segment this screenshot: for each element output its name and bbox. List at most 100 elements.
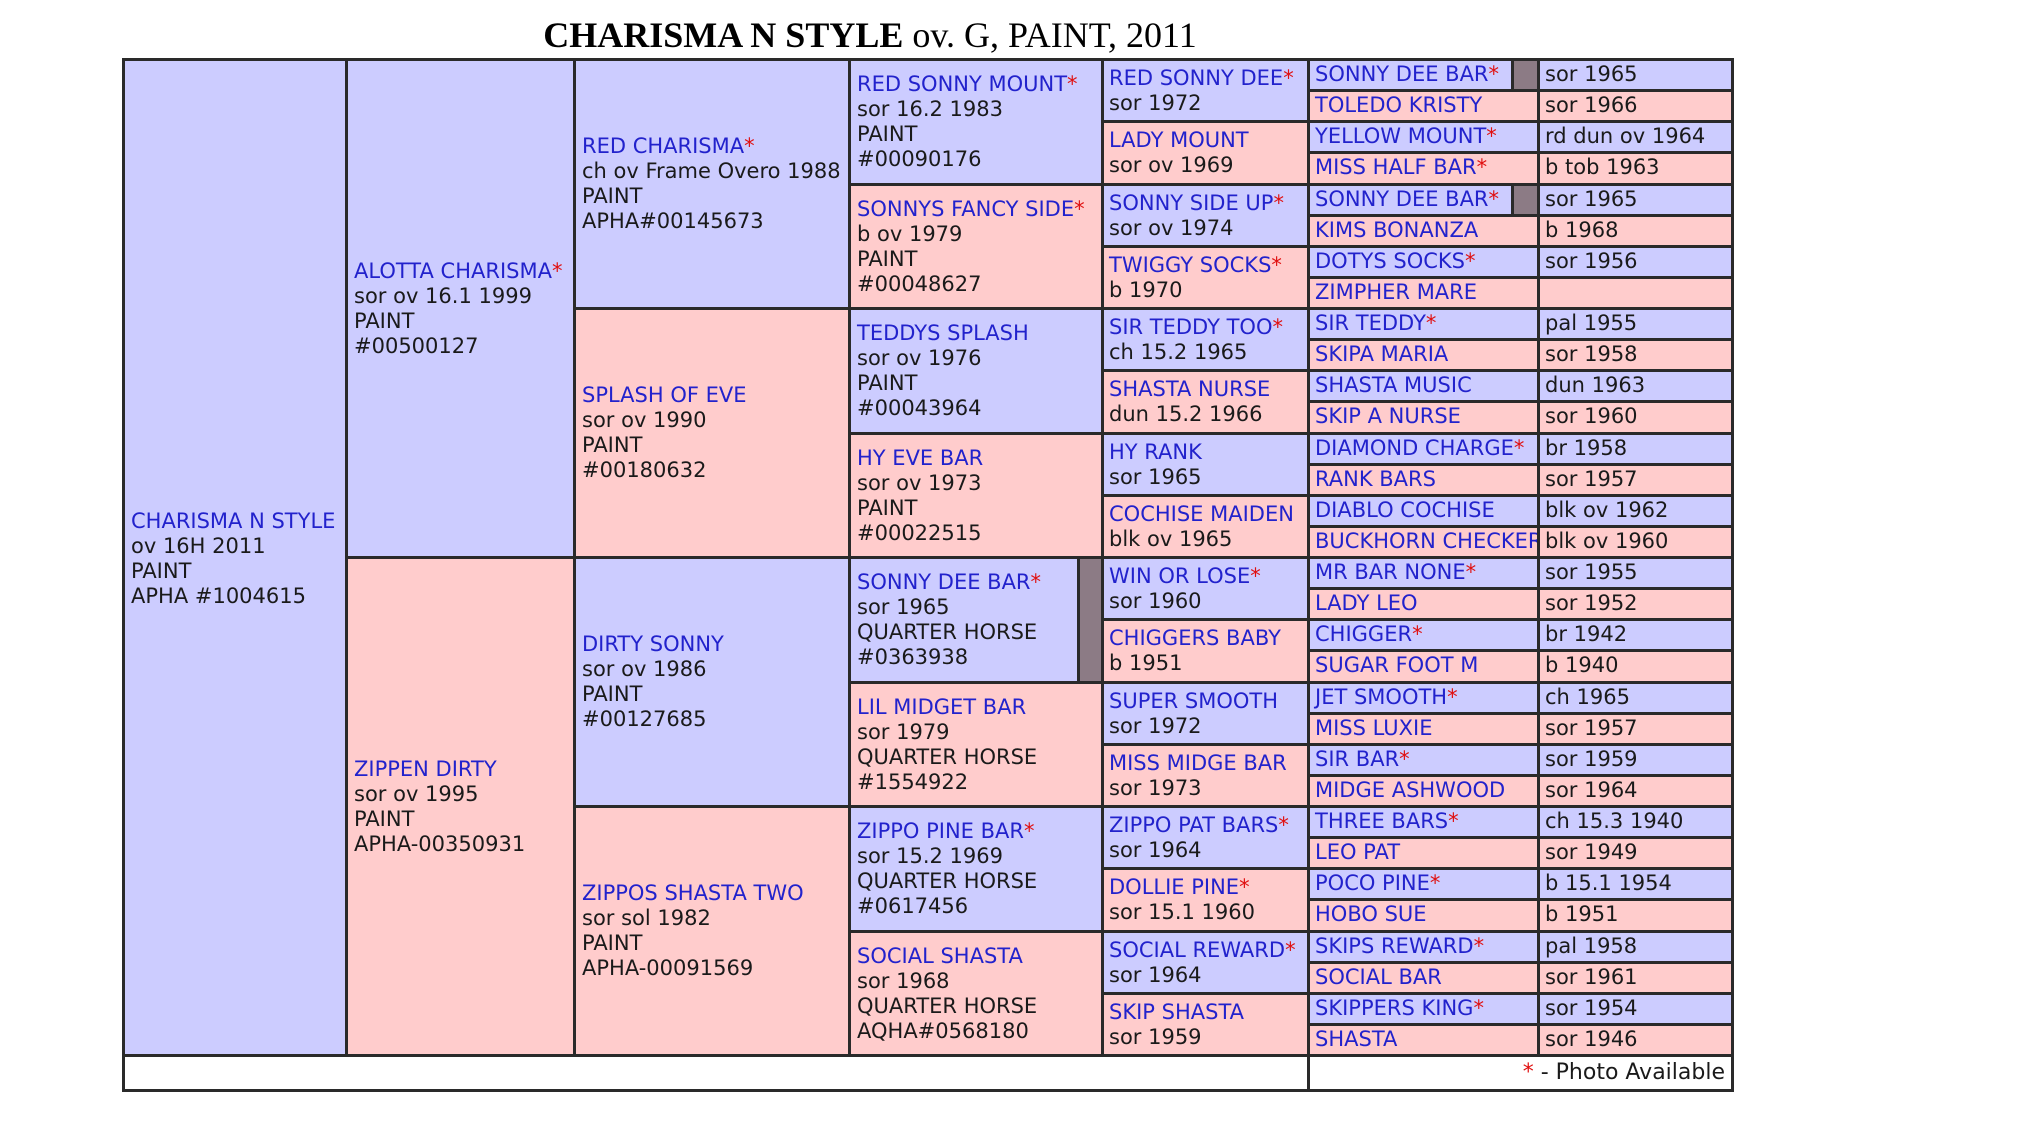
horse-name-link[interactable]: DOTYS SOCKS (1315, 249, 1465, 273)
horse-name-link[interactable]: SKIP A NURSE (1315, 404, 1461, 428)
horse-name-link[interactable]: SKIP SHASTA (1109, 1000, 1244, 1024)
horse-name-link[interactable]: DOLLIE PINE (1109, 875, 1239, 899)
horse-name-link[interactable]: LEO PAT (1315, 840, 1400, 864)
horse-name-link[interactable]: TWIGGY SOCKS (1109, 253, 1271, 277)
horse-details: sor 1972 (1109, 91, 1202, 115)
horse-name-link[interactable]: LADY MOUNT (1109, 128, 1249, 152)
horse-name-link[interactable]: RED SONNY MOUNT (857, 72, 1067, 96)
horse-details: b 15.1 1954 (1545, 871, 1672, 895)
horse-name-link[interactable]: SHASTA NURSE (1109, 377, 1270, 401)
horse-name-link[interactable]: ZIPPO PINE BAR (857, 819, 1024, 843)
gen6-horse-cell: SHASTA (1310, 1026, 1537, 1054)
gen6-horse-cell: SONNY DEE BAR* (1310, 61, 1511, 89)
gen6-info-cell: sor 1952 (1540, 590, 1731, 618)
horse-name-link[interactable]: DIABLO COCHISE (1315, 498, 1495, 522)
horse-details: ch ov Frame Overo 1988 (582, 159, 841, 183)
horse-name-line: ALOTTA CHARISMA* (354, 259, 567, 284)
horse-registration: #1554922 (857, 770, 969, 794)
horse-name-link[interactable]: BUCKHORN CHECKERS (1315, 529, 1537, 553)
horse-name-link[interactable]: SHASTA (1315, 1027, 1397, 1051)
horse-name-link[interactable]: SUGAR FOOT M (1315, 653, 1478, 677)
horse-details: sor 1966 (1545, 93, 1638, 117)
gen6-horse-cell: DIAMOND CHARGE* (1310, 435, 1537, 463)
horse-name-link[interactable]: SKIPS REWARD (1315, 934, 1474, 958)
horse-name-link[interactable]: ALOTTA CHARISMA (354, 259, 552, 283)
horse-name-link[interactable]: JET SMOOTH (1315, 685, 1447, 709)
horse-name-link[interactable]: RED CHARISMA (582, 134, 744, 158)
horse-name-link[interactable]: SONNY SIDE UP (1109, 191, 1273, 215)
horse-name-line: MISS LUXIE (1315, 716, 1533, 741)
horse-name-link[interactable]: SKIPPERS KING (1315, 996, 1473, 1020)
horse-name-link[interactable]: SONNY DEE BAR (1315, 62, 1489, 86)
horse-details: sor 1959 (1545, 747, 1638, 771)
horse-registration: APHA-00091569 (582, 956, 754, 980)
horse-name-link[interactable]: ZIPPOS SHASTA TWO (582, 881, 804, 905)
horse-name-link[interactable]: SIR BAR (1315, 747, 1399, 771)
horse-name-line: RED SONNY MOUNT* (857, 72, 1095, 97)
horse-name-link[interactable]: WIN OR LOSE (1109, 564, 1250, 588)
horse-name-link[interactable]: MISS HALF BAR (1315, 155, 1477, 179)
horse-name-link[interactable]: KIMS BONANZA (1315, 218, 1478, 242)
horse-name-link[interactable]: TOLEDO KRISTY (1315, 93, 1482, 117)
horse-name-link[interactable]: SPLASH OF EVE (582, 383, 747, 407)
horse-name-link[interactable]: SONNYS FANCY SIDE (857, 197, 1074, 221)
horse-name-link[interactable]: CHIGGERS BABY (1109, 626, 1281, 650)
horse-name-line: SHASTA MUSIC (1315, 373, 1533, 398)
photo-available-star: * (1465, 560, 1477, 584)
horse-name-link[interactable]: MISS MIDGE BAR (1109, 751, 1287, 775)
horse-name-link[interactable]: ZIMPHER MARE (1315, 280, 1477, 304)
horse-name-link[interactable]: TEDDYS SPLASH (857, 321, 1029, 345)
horse-name-link[interactable]: CHARISMA N STYLE (131, 509, 335, 533)
horse-name-link[interactable]: SUPER SMOOTH (1109, 689, 1278, 713)
gen6-horse-cell: MIDGE ASHWOOD (1310, 777, 1537, 805)
horse-name-link[interactable]: ZIPPEN DIRTY (354, 757, 497, 781)
horse-name-link[interactable]: SOCIAL BAR (1315, 965, 1442, 989)
horse-name-link[interactable]: MISS LUXIE (1315, 716, 1433, 740)
horse-name-link[interactable]: LIL MIDGET BAR (857, 695, 1026, 719)
gen6-horse-cell: SOCIAL BAR (1310, 964, 1537, 992)
photo-available-star: * (1074, 197, 1085, 221)
horse-name-link[interactable]: SOCIAL REWARD (1109, 938, 1285, 962)
horse-details: sor ov 1990 (582, 408, 707, 432)
horse-name-link[interactable]: POCO PINE (1315, 871, 1430, 895)
horse-name-link[interactable]: HY RANK (1109, 440, 1202, 464)
horse-name-link[interactable]: SOCIAL SHASTA (857, 944, 1023, 968)
horse-name-link[interactable]: ZIPPO PAT BARS (1109, 813, 1278, 837)
horse-name-link[interactable]: SKIPA MARIA (1315, 342, 1448, 366)
horse-breed: PAINT (582, 184, 643, 208)
horse-name-line: JET SMOOTH* (1315, 685, 1533, 710)
horse-name-link[interactable]: MR BAR NONE (1315, 560, 1466, 584)
horse-name-link[interactable]: RANK BARS (1315, 467, 1436, 491)
horse-name-line: SOCIAL REWARD* (1109, 938, 1303, 963)
horse-name-link[interactable]: COCHISE MAIDEN (1109, 502, 1294, 526)
horse-registration: #00180632 (582, 458, 707, 482)
horse-name-link[interactable]: HOBO SUE (1315, 902, 1427, 926)
horse-name-link[interactable]: SONNY DEE BAR (857, 570, 1031, 594)
horse-name-link[interactable]: SIR TEDDY (1315, 311, 1426, 335)
horse-name-link[interactable]: SONNY DEE BAR (1315, 187, 1489, 211)
gen6-info-cell: ch 1965 (1540, 684, 1731, 712)
horse-name-line: MISS HALF BAR* (1315, 155, 1533, 180)
horse-name-link[interactable]: THREE BARS (1315, 809, 1448, 833)
horse-details: sor 1959 (1109, 1025, 1202, 1049)
horse-name-link[interactable]: CHIGGER (1315, 622, 1412, 646)
pedigree-link-stub[interactable] (1514, 186, 1537, 214)
photo-available-star: * (1473, 934, 1485, 958)
gen6-info-cell: b tob 1963 (1540, 154, 1731, 183)
gen6-info-cell: b 1951 (1540, 901, 1731, 930)
horse-name-link[interactable]: DIRTY SONNY (582, 632, 724, 656)
horse-name-link[interactable]: SIR TEDDY TOO (1109, 315, 1272, 339)
photo-available-star: * (1412, 622, 1423, 646)
horse-name-link[interactable]: DIAMOND CHARGE (1315, 436, 1514, 460)
horse-name-link[interactable]: YELLOW MOUNT (1315, 124, 1486, 148)
pedigree-link-stub[interactable] (1514, 61, 1537, 89)
horse-name-link[interactable]: HY EVE BAR (857, 446, 983, 470)
horse-name-link[interactable]: SHASTA MUSIC (1315, 373, 1472, 397)
horse-name-link[interactable]: LADY LEO (1315, 591, 1418, 615)
horse-breed: PAINT (857, 371, 918, 395)
pedigree-link-stub[interactable] (1080, 559, 1101, 681)
horse-name-link[interactable]: RED SONNY DEE (1109, 66, 1283, 90)
gen6-horse-cell: THREE BARS* (1310, 808, 1537, 836)
horse-name-link[interactable]: MIDGE ASHWOOD (1315, 778, 1505, 802)
photo-available-star: * (1273, 191, 1284, 215)
